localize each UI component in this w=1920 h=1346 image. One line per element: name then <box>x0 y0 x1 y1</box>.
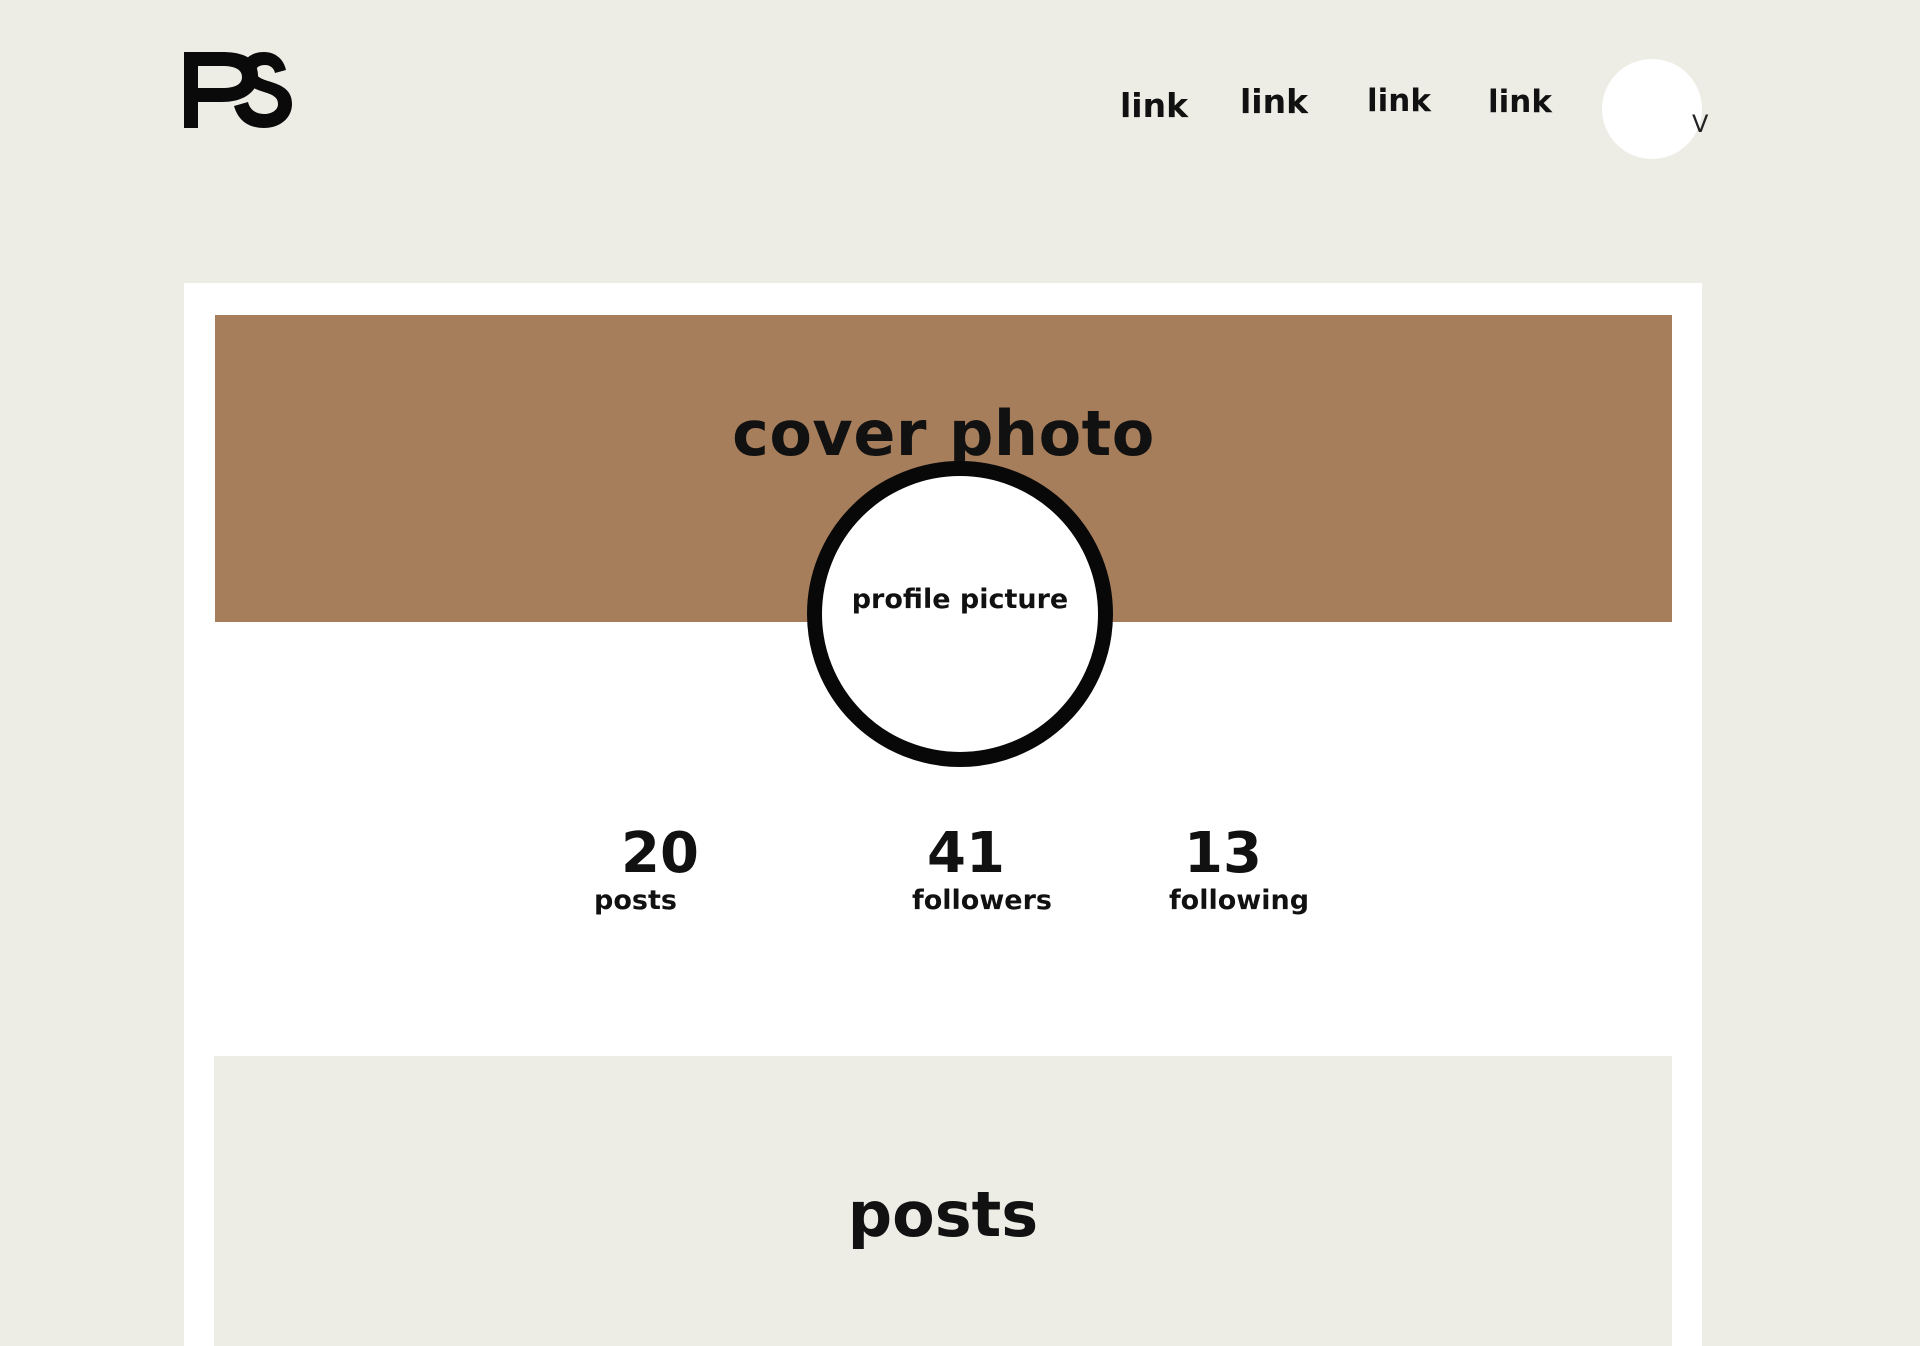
profile-picture-label: profile picture <box>851 584 1069 615</box>
profile-picture[interactable]: profile picture <box>807 461 1113 767</box>
stat-posts-value: 20 <box>621 821 699 886</box>
stat-posts[interactable]: 20 posts <box>594 823 704 916</box>
chevron-down-icon[interactable]: V <box>1692 110 1708 138</box>
stat-following-label: following <box>1168 884 1310 916</box>
nav-link-2[interactable]: link <box>1240 82 1308 121</box>
stat-posts-label: posts <box>594 884 677 916</box>
user-avatar[interactable] <box>1602 59 1702 159</box>
profile-card: cover photo profile picture 20 posts 41 … <box>184 283 1702 1346</box>
posts-section: posts <box>214 1056 1672 1346</box>
nav-link-1[interactable]: link <box>1120 86 1188 125</box>
nav-link-3[interactable]: link <box>1367 83 1431 119</box>
profile-stats: 20 posts 41 followers 13 following <box>184 823 1702 943</box>
stat-followers-value: 41 <box>927 821 1005 886</box>
stat-following[interactable]: 13 following <box>1164 823 1314 916</box>
stat-following-value: 13 <box>1184 821 1262 886</box>
stat-followers[interactable]: 41 followers <box>907 823 1057 916</box>
stat-followers-label: followers <box>912 884 1052 916</box>
posts-title: posts <box>847 1178 1039 1251</box>
cover-photo-label: cover photo <box>732 397 1155 470</box>
nav-link-4[interactable]: link <box>1488 84 1552 120</box>
